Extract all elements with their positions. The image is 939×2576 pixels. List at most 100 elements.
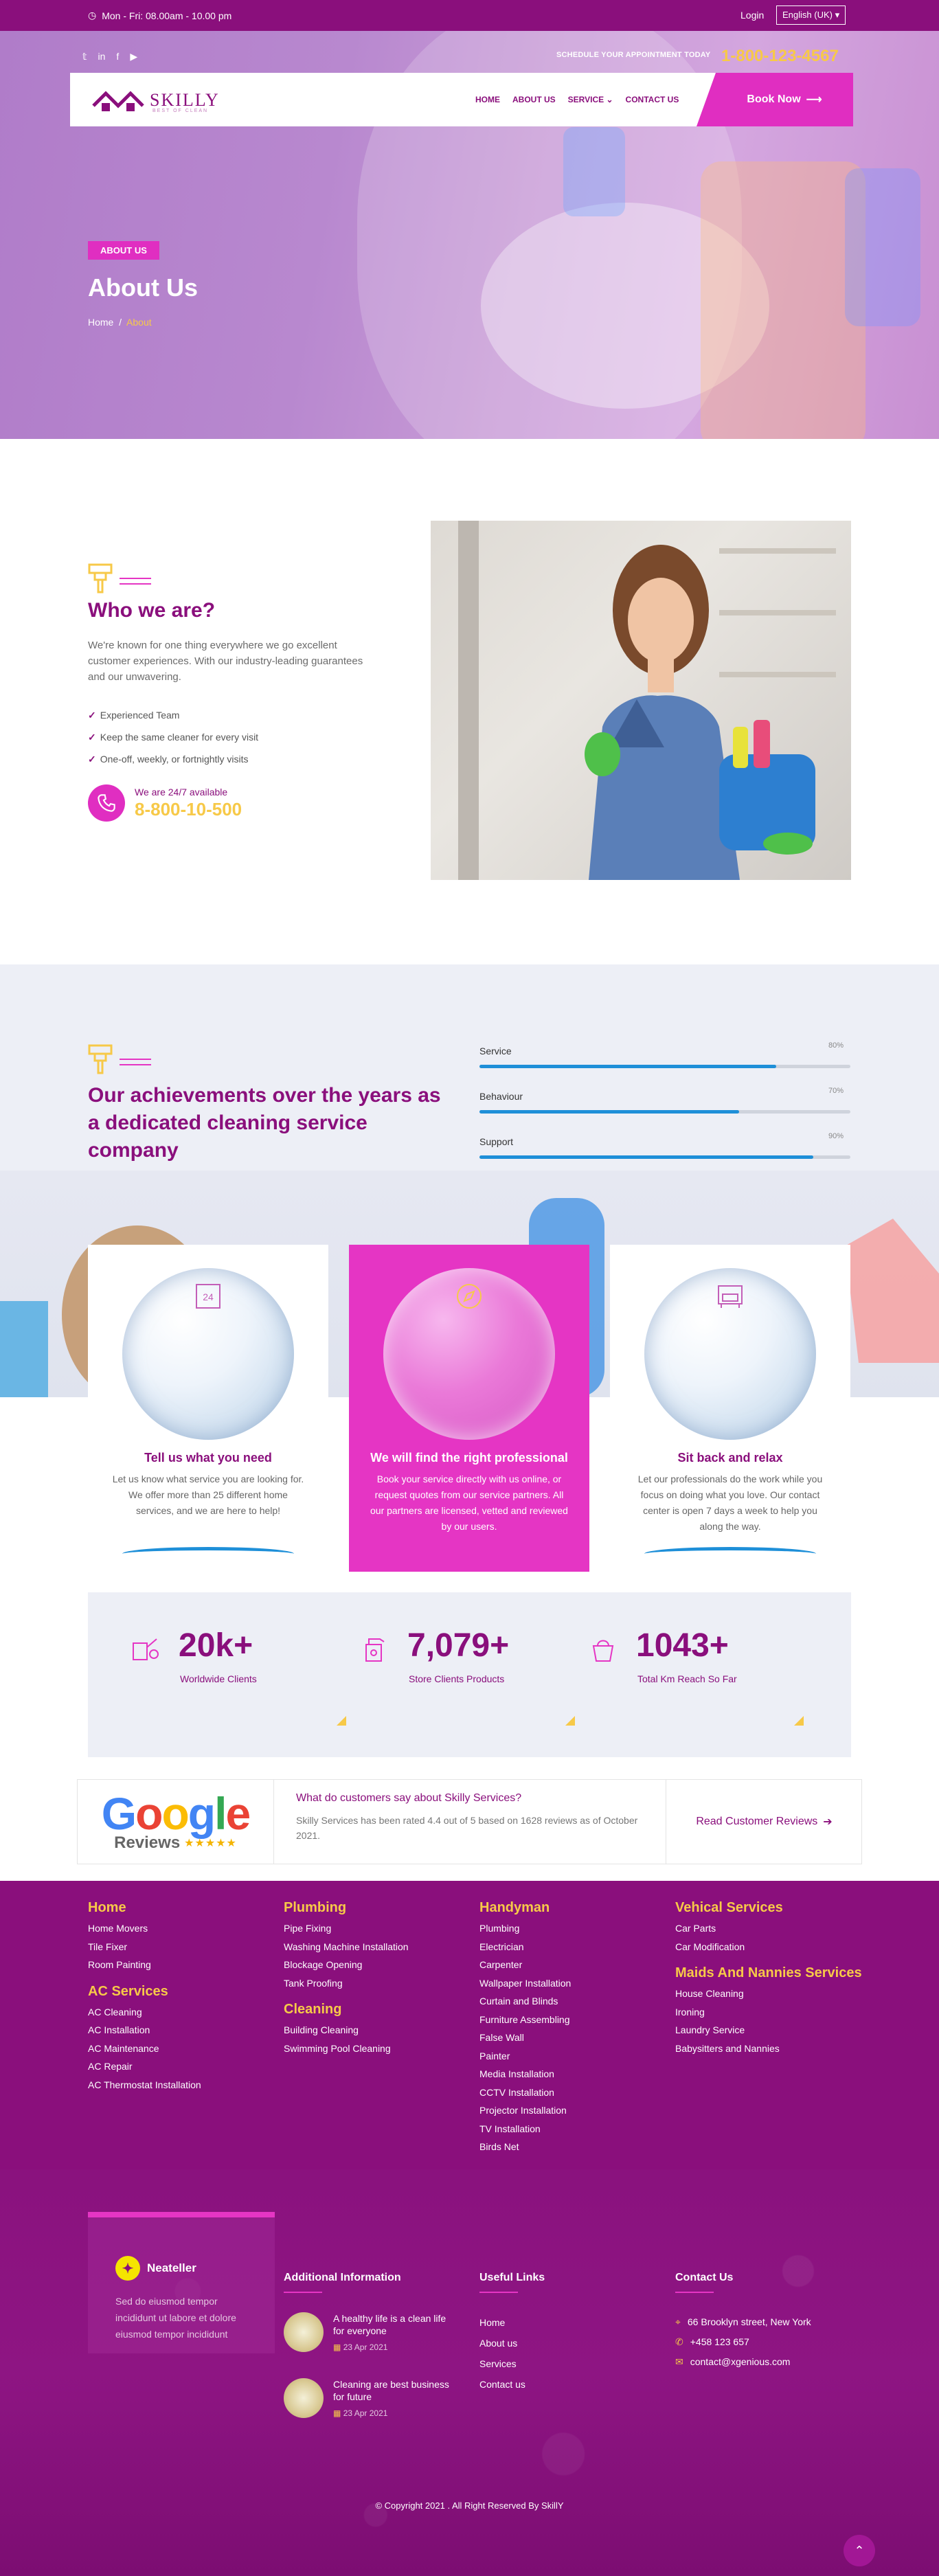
linkedin-icon[interactable]: in: [98, 51, 106, 63]
footer-link[interactable]: AC Cleaning: [88, 2003, 201, 2022]
menu-item-about[interactable]: ABOUT US: [512, 95, 556, 104]
footer-link[interactable]: AC Repair: [88, 2057, 201, 2076]
card-title: We will find the right professional: [370, 1451, 568, 1465]
facebook-icon[interactable]: f: [116, 51, 119, 63]
calendar-icon: ▦: [333, 2408, 341, 2418]
list-item: ✓ One-off, weekly, or fortnightly visits: [88, 748, 258, 770]
menu-item-contact[interactable]: CONTACT US: [626, 95, 679, 104]
footer-link[interactable]: Babysitters and Nannies: [675, 2040, 862, 2058]
card-text: Book your service directly with us onlin…: [370, 1473, 568, 1532]
contact-phone[interactable]: +458 123 657: [690, 2336, 749, 2347]
site-logo[interactable]: SKILLY BEST OF CLEAN: [91, 85, 220, 115]
footer-heading: Plumbing: [284, 1900, 347, 1915]
footer-link[interactable]: About us: [479, 2333, 525, 2353]
footer-link[interactable]: Ironing: [675, 2003, 862, 2022]
book-now-button[interactable]: Book Now ⟶: [697, 73, 853, 126]
footer-link[interactable]: Carpenter: [479, 1956, 571, 1974]
calendar-icon: ▦: [333, 2342, 341, 2352]
list-item-text: Keep the same cleaner for every visit: [100, 732, 259, 743]
footer-link[interactable]: AC Installation: [88, 2021, 201, 2040]
footer-link[interactable]: Furniture Assembling: [479, 2011, 571, 2029]
check-icon: ✓: [88, 710, 96, 721]
footer-heading: AC Services: [88, 1983, 168, 1999]
footer-link[interactable]: TV Installation: [479, 2120, 571, 2138]
footer-link[interactable]: AC Thermostat Installation: [88, 2076, 201, 2094]
24-hours-icon: 24: [191, 1279, 225, 1313]
post-title[interactable]: Cleaning are best business for future: [333, 2378, 450, 2403]
footer-link[interactable]: Projector Installation: [479, 2101, 571, 2120]
phone-icon: ✆: [675, 2336, 683, 2347]
scroll-top-button[interactable]: ⌃: [844, 2535, 875, 2566]
post-title[interactable]: A healthy life is a clean life for every…: [333, 2312, 450, 2337]
footer-link[interactable]: Wallpaper Installation: [479, 1974, 571, 1993]
footer-link[interactable]: House Cleaning: [675, 1985, 862, 2003]
menu-item-home[interactable]: HOME: [475, 95, 500, 104]
call-number[interactable]: 8-800-10-500: [135, 799, 242, 820]
blog-post[interactable]: Cleaning are best business for future ▦ …: [284, 2378, 450, 2418]
google-letter: g: [188, 1788, 216, 1839]
footer-brand-text: Sed do eiusmod tempor incididunt ut labo…: [115, 2296, 236, 2340]
footer-link[interactable]: Car Parts: [675, 1919, 862, 1938]
stat-label: Total Km Reach So Far: [637, 1673, 737, 1684]
step-card: We will find the right professional Book…: [349, 1245, 589, 1572]
footer-column: Vehical Services Car Parts Car Modificatio…: [675, 1900, 862, 2057]
footer-link[interactable]: False Wall: [479, 2029, 571, 2047]
card-title: Sit back and relax: [677, 1451, 783, 1465]
footer-link[interactable]: Media Installation: [479, 2065, 571, 2083]
footer-link[interactable]: Swimming Pool Cleaning: [284, 2040, 409, 2058]
footer-link[interactable]: Home Movers: [88, 1919, 201, 1938]
footer-heading: Vehical Services: [675, 1900, 783, 1915]
header-phone[interactable]: 1-800-123-4567: [721, 47, 839, 66]
login-link[interactable]: Login: [740, 10, 764, 21]
footer-link[interactable]: Tank Proofing: [284, 1974, 409, 1993]
post-date: 23 Apr 2021: [343, 2408, 388, 2418]
contact-email[interactable]: contact@xgenious.com: [690, 2356, 791, 2367]
footer-link[interactable]: Washing Machine Installation: [284, 1938, 409, 1956]
google-letter: o: [135, 1788, 163, 1839]
footer-link[interactable]: CCTV Installation: [479, 2083, 571, 2102]
menu-item-service[interactable]: SERVICE ⌄: [568, 95, 613, 104]
schedule-label: SCHEDULE YOUR APPOINTMENT TODAY: [556, 51, 711, 59]
footer-link[interactable]: Building Cleaning: [284, 2021, 409, 2040]
language-select[interactable]: English (UK) ▾: [776, 5, 846, 25]
footer-link[interactable]: Painter: [479, 2047, 571, 2066]
contact-heading: Contact Us: [675, 2272, 734, 2283]
achievements-title: Our achievements over the years as a ded…: [88, 1084, 441, 1162]
additional-info-heading: Additional Information: [284, 2272, 401, 2283]
breadcrumb-current: About: [126, 317, 152, 328]
footer-link[interactable]: Home: [479, 2312, 525, 2333]
footer-link[interactable]: Contact us: [479, 2374, 525, 2395]
footer-link[interactable]: Laundry Service: [675, 2021, 862, 2040]
footer-link[interactable]: Pipe Fixing: [284, 1919, 409, 1938]
footer-link[interactable]: Room Painting: [88, 1956, 201, 1974]
list-item: ✓ Keep the same cleaner for every visit: [88, 726, 258, 748]
blog-post[interactable]: A healthy life is a clean life for every…: [284, 2312, 450, 2352]
footer-link[interactable]: Electrician: [479, 1938, 571, 1956]
breadcrumb-home[interactable]: Home: [88, 317, 113, 328]
footer-link[interactable]: Plumbing: [479, 1919, 571, 1938]
footer-link[interactable]: Curtain and Blinds: [479, 1992, 571, 2011]
youtube-icon[interactable]: ▶: [130, 51, 137, 63]
footer-link[interactable]: Birds Net: [479, 2138, 571, 2156]
chevron-up-icon: ⌃: [854, 2543, 865, 2557]
progress-label: Support: [479, 1136, 514, 1147]
who-description: We're known for one thing everywhere we …: [88, 640, 363, 683]
footer-heading: Maids And Nannies Services: [675, 1965, 862, 1980]
footer-link[interactable]: Blockage Opening: [284, 1956, 409, 1974]
footer-link[interactable]: Services: [479, 2353, 525, 2374]
read-reviews-link[interactable]: Read Customer Reviews ➔: [666, 1780, 862, 1864]
brush-icon: [88, 1044, 154, 1079]
call-box[interactable]: We are 24/7 available 8-800-10-500: [88, 784, 242, 822]
call-label: We are 24/7 available: [135, 786, 228, 798]
footer-link[interactable]: AC Maintenance: [88, 2040, 201, 2058]
footer-link[interactable]: Car Modification: [675, 1938, 862, 1956]
footer-link[interactable]: Tile Fixer: [88, 1938, 201, 1956]
mail-icon: ✉: [675, 2356, 683, 2367]
list-item-text: Experienced Team: [100, 710, 180, 721]
reviews-word: Reviews: [114, 1833, 181, 1852]
review-question: What do customers say about Skilly Servi…: [296, 1792, 522, 1804]
twitter-icon[interactable]: 𝕥: [82, 51, 87, 63]
stat-number: 7,079+: [407, 1627, 510, 1664]
footer-heading: Cleaning: [284, 2002, 342, 2017]
footer-logo[interactable]: ✦ Neateller: [115, 2256, 196, 2281]
